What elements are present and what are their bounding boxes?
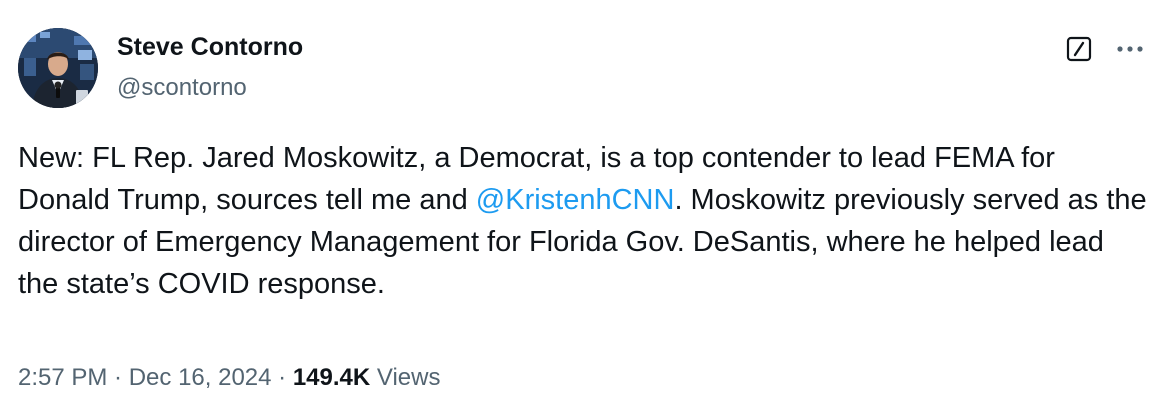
meta-separator: ·	[271, 364, 293, 391]
author-handle[interactable]: @scontorno	[117, 73, 303, 103]
author-info: Steve Contorno @scontorno	[117, 31, 303, 103]
more-icon[interactable]	[1112, 37, 1148, 61]
meta-separator: ·	[107, 364, 129, 391]
views-label: Views	[376, 364, 441, 391]
tweet-meta: 2:57 PM · Dec 16, 2024 · 149.4K Views	[18, 362, 440, 394]
avatar[interactable]	[18, 28, 98, 108]
tweet-time[interactable]: 2:57 PM	[18, 364, 107, 391]
grok-icon[interactable]	[1066, 36, 1092, 62]
tweet-card: Steve Contorno @scontorno New: FL Rep. J…	[0, 0, 1172, 412]
mention-link[interactable]: @KristenhCNN	[476, 184, 675, 216]
tweet-date[interactable]: Dec 16, 2024	[129, 364, 272, 391]
author-display-name[interactable]: Steve Contorno	[117, 31, 303, 63]
views-count: 149.4K	[292, 364, 371, 391]
tweet-text: New: FL Rep. Jared Moskowitz, a Democrat…	[18, 137, 1148, 305]
